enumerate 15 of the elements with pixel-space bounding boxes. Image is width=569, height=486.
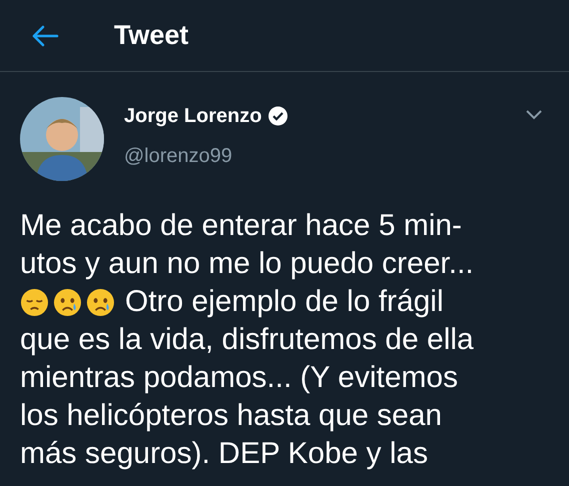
tweet-text: más seguros). DEP Kobe y las bbox=[20, 436, 428, 472]
tweet-text: Otro ejemplo de lo frágil bbox=[125, 284, 444, 320]
author-handle[interactable]: @lorenzo99 bbox=[124, 141, 288, 171]
pensive-emoji-icon bbox=[20, 288, 49, 316]
tweet-text: los helicópteros hasta que sean bbox=[20, 398, 442, 434]
tweet-text: Me acabo de enterar hace 5 min- bbox=[20, 208, 462, 244]
crying-emoji-icon bbox=[86, 288, 115, 316]
back-arrow-icon bbox=[31, 24, 59, 46]
chevron-down-icon bbox=[526, 110, 542, 120]
crying-emoji-icon bbox=[53, 288, 82, 316]
tweet-text: mientras podamos... (Y evitemos bbox=[20, 360, 458, 396]
page-title: Tweet bbox=[114, 19, 189, 52]
author-name[interactable]: Jorge Lorenzo bbox=[124, 101, 262, 131]
tweet-text: utos y aun no me lo puedo creer... bbox=[20, 246, 474, 282]
tweet-text: que es la vida, disfrutemos de ella bbox=[20, 322, 474, 358]
